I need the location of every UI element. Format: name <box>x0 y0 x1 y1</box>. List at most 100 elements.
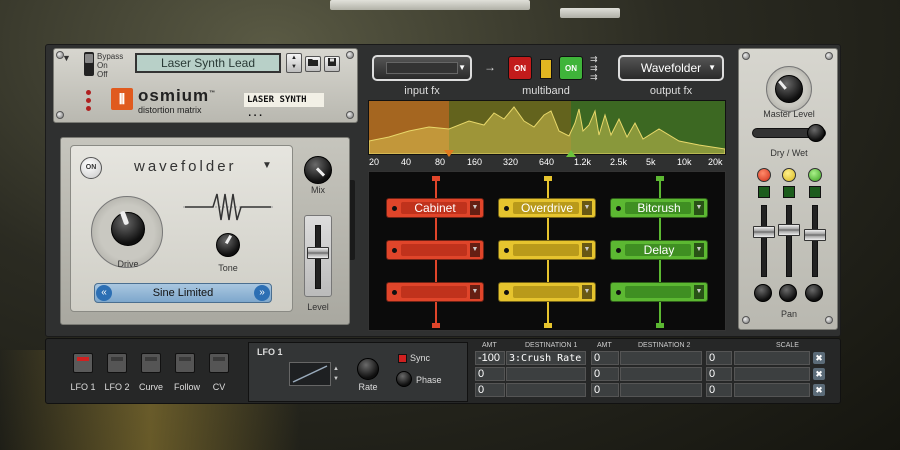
amt2-cell[interactable]: 0 <box>591 351 619 365</box>
amt3-cell[interactable]: 0 <box>706 367 732 381</box>
bypass-switch[interactable] <box>84 52 94 76</box>
lfo-phase-knob[interactable] <box>396 371 412 387</box>
band-green-mute[interactable] <box>809 186 821 198</box>
multiband-on-button-red[interactable]: ON <box>508 56 532 80</box>
shaper-dropdown-icon[interactable]: ▼ <box>262 160 272 171</box>
fx-slot-dropdown-icon[interactable]: ▼ <box>694 285 704 299</box>
bypass-label: Bypass <box>97 52 124 61</box>
amt3-cell[interactable]: 0 <box>706 383 732 397</box>
fx-slot-empty[interactable]: ▼ <box>386 282 484 302</box>
tone-knob[interactable] <box>216 233 240 257</box>
remove-row-icon[interactable]: ✖ <box>813 384 825 396</box>
band-red-mute[interactable] <box>758 186 770 198</box>
band-green-led[interactable] <box>808 168 822 182</box>
scale-cell[interactable] <box>734 351 810 365</box>
fx-slot-dropdown-icon[interactable]: ▼ <box>694 243 704 257</box>
output-fx-dropdown-icon[interactable]: ▼ <box>708 57 716 79</box>
multiband-band-indicator[interactable] <box>540 59 552 79</box>
fx-slot-empty[interactable]: ▼ <box>498 282 596 302</box>
fx-slot-empty[interactable]: ▼ <box>498 240 596 260</box>
amt1-cell[interactable]: -100 <box>475 351 505 365</box>
multiband-on-button-green[interactable]: ON <box>559 56 583 80</box>
crossover-low-handle[interactable] <box>444 150 454 157</box>
master-level-knob[interactable] <box>775 75 803 103</box>
tape-label[interactable]: LASER SYNTH ... <box>244 93 324 119</box>
amt2-cell[interactable]: 0 <box>591 367 619 381</box>
band-red-led[interactable] <box>757 168 771 182</box>
band-green-pan-knob[interactable] <box>805 284 823 302</box>
save-icon[interactable] <box>324 56 340 72</box>
band-red-fader-cap[interactable] <box>753 226 775 238</box>
level-fader-cap[interactable] <box>307 247 329 259</box>
band-yellow-fader-cap[interactable] <box>778 224 800 236</box>
status-led <box>86 90 91 95</box>
screw <box>742 52 750 60</box>
amt1-cell[interactable]: 0 <box>475 367 505 381</box>
pan-label: Pan <box>780 309 797 319</box>
fx-slot-overdrive[interactable]: Overdrive ▼ <box>498 198 596 218</box>
dest1-cell[interactable] <box>506 383 586 397</box>
fx-slot-bitcrush[interactable]: Bitcrush ▼ <box>610 198 708 218</box>
spectrum-analyzer[interactable] <box>368 100 726 155</box>
fx-slot-dropdown-icon[interactable]: ▼ <box>694 201 704 215</box>
master-level-label: Master Level <box>763 109 815 119</box>
down-arrow-icon[interactable]: ▼ <box>287 63 301 72</box>
col-header-destination-2: DESTINATION 2 <box>638 342 691 349</box>
fx-slot-dropdown-icon[interactable]: ▼ <box>582 201 592 215</box>
chain-input-pin <box>432 176 440 181</box>
fx-slot-cabinet[interactable]: Cabinet ▼ <box>386 198 484 218</box>
fx-slot-empty[interactable]: ▼ <box>386 240 484 260</box>
amt3-cell[interactable]: 0 <box>706 351 732 365</box>
fx-slot-delay[interactable]: Delay ▼ <box>610 240 708 260</box>
folder-icon[interactable] <box>305 56 321 72</box>
lfo-waveform-display[interactable] <box>289 362 331 386</box>
fx-slot-dropdown-icon[interactable]: ▼ <box>470 201 480 215</box>
band-yellow-led[interactable] <box>782 168 796 182</box>
scale-cell[interactable] <box>734 383 810 397</box>
shaper-type-title[interactable]: wavefolder <box>134 158 237 175</box>
remove-row-icon[interactable]: ✖ <box>813 368 825 380</box>
shape-prev-icon[interactable]: « <box>96 285 112 301</box>
fx-slot-dropdown-icon[interactable]: ▼ <box>582 285 592 299</box>
input-fx-dropdown-icon[interactable]: ▼ <box>458 57 466 79</box>
dest1-cell[interactable] <box>506 367 586 381</box>
mod-source-follow[interactable] <box>175 353 195 373</box>
dest2-cell[interactable] <box>620 383 702 397</box>
mod-source-lfo1[interactable] <box>73 353 93 373</box>
amt2-cell[interactable]: 0 <box>591 383 619 397</box>
input-fx-slot[interactable]: ▼ <box>372 55 472 81</box>
lfo-wave-stepper[interactable]: ▲ ▼ <box>333 364 339 384</box>
menu-triangle-icon[interactable]: ▼ <box>62 53 71 63</box>
scale-cell[interactable] <box>734 367 810 381</box>
remove-row-icon[interactable]: ✖ <box>813 352 825 364</box>
band-yellow-pan-knob[interactable] <box>779 284 797 302</box>
dest1-cell[interactable]: 3:Crush Rate <box>506 351 586 365</box>
drive-knob[interactable] <box>111 210 145 246</box>
fx-slot-dropdown-icon[interactable]: ▼ <box>470 243 480 257</box>
dry-wet-slider-thumb[interactable] <box>807 124 825 142</box>
lfo-sync-toggle[interactable] <box>398 354 407 363</box>
dest2-cell[interactable] <box>620 351 702 365</box>
patch-browse-arrows[interactable]: ▲ ▼ <box>286 53 302 73</box>
shaper-on-button[interactable]: ON <box>80 157 102 179</box>
up-arrow-icon[interactable]: ▲ <box>287 54 301 63</box>
band-green-fader-cap[interactable] <box>804 229 826 241</box>
dest2-cell[interactable] <box>620 367 702 381</box>
band-yellow-mute[interactable] <box>783 186 795 198</box>
mod-source-lfo2[interactable] <box>107 353 127 373</box>
patch-name-display[interactable]: Laser Synth Lead <box>135 53 281 73</box>
fx-slot-empty[interactable]: ▼ <box>610 282 708 302</box>
fx-slot-dropdown-icon[interactable]: ▼ <box>470 285 480 299</box>
crossover-high-handle[interactable] <box>566 150 576 157</box>
output-fx-slot[interactable]: Wavefolder ▼ <box>618 55 724 81</box>
shape-selector[interactable]: Sine Limited <box>94 283 272 303</box>
lfo-rate-knob[interactable] <box>357 358 379 380</box>
mod-source-curve[interactable] <box>141 353 161 373</box>
mod-source-cv[interactable] <box>209 353 229 373</box>
amt1-cell[interactable]: 0 <box>475 383 505 397</box>
band-red-pan-knob[interactable] <box>754 284 772 302</box>
chain-output-pin <box>656 323 664 328</box>
fx-slot-dropdown-icon[interactable]: ▼ <box>582 243 592 257</box>
shape-next-icon[interactable]: » <box>254 285 270 301</box>
mix-knob[interactable] <box>304 156 332 184</box>
